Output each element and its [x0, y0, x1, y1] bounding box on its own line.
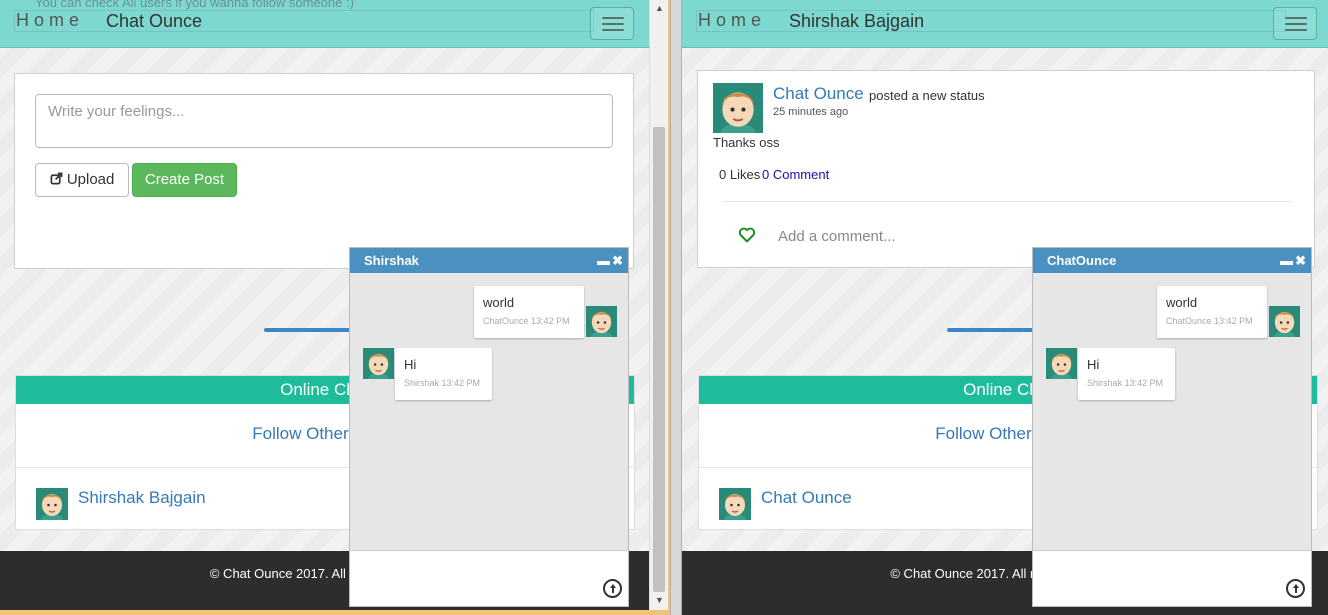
scroll-down-arrow-icon[interactable]: ▼: [650, 592, 669, 608]
avatar-icon: [363, 348, 394, 379]
avatar-icon: [36, 488, 68, 520]
chat-input-area: [350, 550, 628, 606]
chat-message-input[interactable]: [358, 557, 598, 581]
close-icon[interactable]: ✖: [612, 248, 623, 273]
post-action-text: posted a new status: [869, 88, 985, 103]
chat-message-input[interactable]: [1041, 557, 1281, 581]
message-meta: ChatOunce 13:42 PM: [1166, 316, 1253, 326]
loading-bar: [264, 328, 360, 332]
chat-header[interactable]: Shirshak ▬ ✖: [350, 248, 628, 273]
heart-outline-icon[interactable]: [738, 227, 756, 243]
nav-home-frame: [14, 10, 594, 32]
online-user-name[interactable]: Chat Ounce: [761, 488, 852, 508]
avatar-icon: [719, 488, 751, 520]
upload-label: Upload: [66, 171, 115, 188]
follow-hint-text: You can check All users if you wanna fol…: [35, 0, 354, 10]
post-body: Thanks oss: [713, 135, 780, 150]
message-meta: Shirshak 13:42 PM: [404, 378, 481, 388]
nav-brand-title[interactable]: Chat Ounce: [106, 11, 202, 32]
avatar-icon: [713, 83, 763, 133]
hamburger-icon[interactable]: [590, 7, 634, 40]
feelings-input[interactable]: [35, 94, 613, 148]
add-comment-input[interactable]: [778, 223, 1018, 249]
likes-count: 0 Likes: [719, 167, 761, 182]
loading-bar: [947, 328, 1043, 332]
chat-message-bubble: world ChatOunce 13:42 PM: [1157, 286, 1267, 338]
post-timestamp: 25 minutes ago: [773, 106, 849, 118]
message-meta: ChatOunce 13:42 PM: [483, 316, 570, 326]
nav-brand-title[interactable]: Shirshak Bajgain: [789, 11, 924, 32]
scrollbar[interactable]: ▲ ▼: [649, 0, 668, 610]
status-post-card: Chat Ounce posted a new status 25 minute…: [697, 70, 1315, 268]
arrow-up-circle-icon[interactable]: [603, 579, 622, 598]
create-post-button[interactable]: Create Post: [132, 163, 237, 197]
avatar-icon: [1269, 306, 1300, 337]
chat-message-bubble: Hi Shirshak 13:42 PM: [1078, 348, 1175, 400]
nav-home-link[interactable]: Home: [698, 10, 766, 31]
message-text: Hi: [404, 357, 417, 372]
minus-icon[interactable]: ▬: [1280, 248, 1293, 273]
avatar-icon: [586, 306, 617, 337]
nav-home-frame: [696, 10, 1286, 32]
navbar: You can check All users if you wanna fol…: [0, 0, 649, 48]
right-browser-pane: Home Shirshak Bajgain Chat Ounce posted …: [682, 0, 1328, 615]
message-text: world: [483, 295, 515, 310]
divider: [722, 201, 1292, 202]
left-browser-pane: You can check All users if you wanna fol…: [0, 0, 649, 615]
close-icon[interactable]: ✖: [1295, 248, 1306, 273]
arrow-up-circle-icon[interactable]: [1286, 579, 1305, 598]
post-composer-card: Upload Create Post: [14, 73, 634, 269]
post-author-link[interactable]: Chat Ounce: [773, 84, 864, 104]
minus-icon[interactable]: ▬: [597, 248, 610, 273]
chat-title: ChatOunce: [1047, 253, 1117, 268]
chat-message-bubble: world ChatOunce 13:42 PM: [474, 286, 584, 338]
chat-message-bubble: Hi Shirshak 13:42 PM: [395, 348, 492, 400]
online-user-name[interactable]: Shirshak Bajgain: [78, 488, 206, 508]
message-text: Hi: [1087, 357, 1100, 372]
scrollbar-thumb[interactable]: [653, 127, 665, 592]
window-frame-bottom: [0, 610, 672, 615]
chat-window: ChatOunce ▬ ✖ world ChatOunce 13:42 PM H…: [1032, 247, 1312, 607]
nav-home-link[interactable]: Home: [16, 10, 84, 31]
chat-input-area: [1033, 550, 1311, 606]
chat-window: Shirshak ▬ ✖ world ChatOunce 13:42 PM Hi…: [349, 247, 629, 607]
upload-button[interactable]: Upload: [35, 163, 129, 197]
scroll-up-arrow-icon[interactable]: ▲: [650, 0, 669, 16]
avatar-icon: [1046, 348, 1077, 379]
message-meta: Shirshak 13:42 PM: [1087, 378, 1164, 388]
chat-title: Shirshak: [364, 253, 419, 268]
hamburger-icon[interactable]: [1273, 7, 1317, 40]
comments-link[interactable]: 0 Comment: [762, 167, 829, 182]
pane-divider: [670, 0, 682, 615]
upload-icon: [50, 171, 67, 188]
navbar: Home Shirshak Bajgain: [682, 0, 1328, 48]
chat-header[interactable]: ChatOunce ▬ ✖: [1033, 248, 1311, 273]
message-text: world: [1166, 295, 1198, 310]
